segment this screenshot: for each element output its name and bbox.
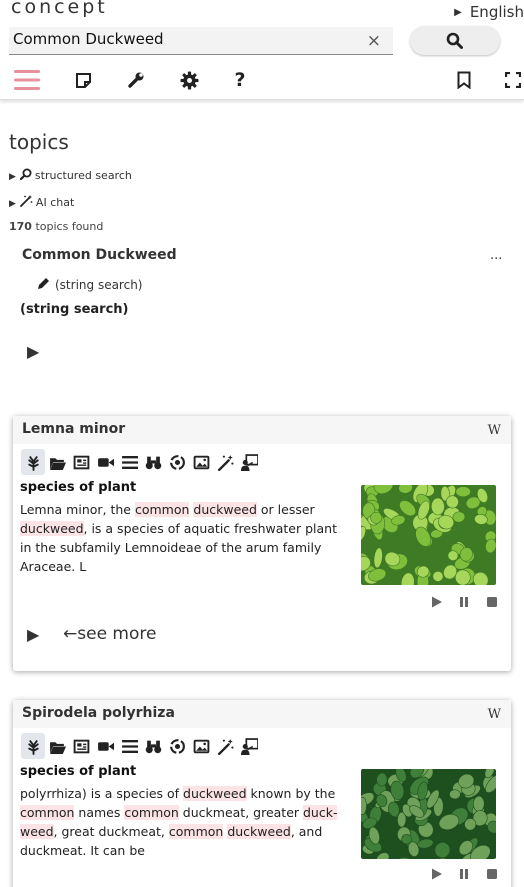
wikipedia-icon[interactable]: W [488, 423, 501, 438]
description-text: or lesser [256, 502, 315, 517]
string-search-label: (string search) [20, 302, 129, 317]
card-icon-bar [21, 733, 261, 759]
description-text: polyrrhiza) is a species of [20, 786, 184, 801]
description-heading: species of plant [20, 764, 137, 779]
stop-icon[interactable] [485, 867, 499, 881]
binoculars-icon[interactable] [141, 449, 165, 475]
search-icon [19, 168, 32, 181]
highlighted-term: common [20, 805, 75, 820]
pencil-icon [38, 278, 49, 289]
pause-icon[interactable] [457, 867, 471, 881]
see-more-label: see more [77, 624, 157, 644]
ai-chat-toggle[interactable]: ▶ AI chat [9, 195, 74, 209]
app-logo[interactable]: concept [11, 0, 108, 18]
structured-search-toggle[interactable]: ▶ structured search [9, 168, 132, 182]
magic-wand-icon [20, 195, 33, 207]
list-icon[interactable] [117, 449, 141, 475]
magic-wand-icon[interactable] [213, 449, 237, 475]
topic-card-lemna-minor: Lemna minor W species of plant Lemna min… [13, 416, 511, 671]
topics-heading: topics [9, 130, 69, 154]
image-icon[interactable] [189, 449, 213, 475]
play-icon[interactable] [429, 595, 443, 609]
highlighted-term: duckweed [193, 502, 257, 517]
video-icon[interactable] [93, 733, 117, 759]
search-button[interactable] [410, 26, 500, 55]
language-selector[interactable]: ▶ English [454, 3, 524, 21]
toolbar: ? [0, 60, 524, 100]
topics-count: 170 [9, 220, 32, 233]
menu-icon[interactable] [13, 66, 41, 94]
highlighted-term: duckweed [183, 786, 247, 801]
description-text: , great duckmeat, [53, 824, 169, 839]
caret-right-icon: ▶ [9, 172, 16, 182]
atom-icon[interactable] [165, 449, 189, 475]
card-thumbnail[interactable] [361, 769, 496, 859]
folder-open-icon[interactable] [45, 449, 69, 475]
media-controls [429, 867, 499, 881]
card-description: Lemna minor, the common duckweed or less… [20, 500, 350, 576]
card-header: Spirodela polyrhiza W [13, 700, 511, 728]
leaf-icon[interactable] [21, 733, 45, 759]
magic-wand-icon[interactable] [213, 733, 237, 759]
stop-icon[interactable] [485, 595, 499, 609]
pause-icon[interactable] [457, 595, 471, 609]
description-text: names [74, 805, 125, 820]
description-text: Lemna minor, the [20, 502, 135, 517]
teacher-icon[interactable] [237, 449, 261, 475]
description-text: duckmeat, greater [178, 805, 303, 820]
sticky-note-icon[interactable] [69, 66, 97, 94]
play-icon[interactable]: ▶ [27, 342, 39, 361]
card-description: polyrrhiza) is a species of duckweed kno… [20, 784, 350, 860]
bookmark-icon[interactable] [450, 66, 478, 94]
gear-icon[interactable] [175, 66, 203, 94]
card-thumbnail[interactable] [361, 485, 496, 585]
highlighted-term: common [134, 502, 190, 517]
search-input-value[interactable]: Common Duckweed [13, 30, 164, 48]
highlighted-term: duckweed [20, 521, 84, 536]
media-controls [429, 595, 499, 609]
card-header: Lemna minor W [13, 416, 511, 444]
edit-query-row[interactable]: (string search) [36, 276, 143, 292]
topic-card-spirodela-polyrhiza: Spirodela polyrhiza W species of plant p… [13, 700, 511, 887]
structured-search-label: structured search [34, 169, 132, 182]
caret-right-icon: ▶ [9, 199, 16, 209]
help-icon[interactable]: ? [226, 66, 254, 94]
list-icon[interactable] [117, 733, 141, 759]
topics-found-count: 170 topics found [9, 220, 103, 233]
description-heading: species of plant [20, 480, 137, 495]
video-icon[interactable] [93, 449, 117, 475]
atom-icon[interactable] [165, 733, 189, 759]
play-icon[interactable]: ▶ [27, 625, 39, 644]
play-icon[interactable] [429, 867, 443, 881]
query-title: Common Duckweed [22, 247, 177, 263]
see-more-link[interactable]: ←see more [63, 624, 156, 644]
highlighted-term: duckweed [227, 824, 291, 839]
topics-found-label: topics found [31, 220, 104, 233]
more-options[interactable]: ... [490, 248, 502, 263]
fullscreen-icon[interactable] [499, 66, 524, 94]
search-icon [446, 32, 463, 49]
description-text: known by the [246, 786, 336, 801]
image-icon[interactable] [189, 733, 213, 759]
language-label: English [469, 3, 524, 21]
search-input[interactable]: Common Duckweed × [9, 27, 393, 55]
caret-right-icon: ▶ [454, 7, 462, 18]
card-title[interactable]: Lemna minor [22, 421, 125, 437]
clear-icon[interactable]: × [367, 31, 381, 51]
card-icon-bar [21, 449, 261, 475]
folder-open-icon[interactable] [45, 733, 69, 759]
wikipedia-icon[interactable]: W [488, 707, 501, 722]
string-search-small: (string search) [55, 278, 143, 292]
newspaper-icon[interactable] [69, 449, 93, 475]
arrow-left-icon: ← [63, 624, 78, 644]
highlighted-term: common [124, 805, 179, 820]
card-title[interactable]: Spirodela polyrhiza [22, 705, 175, 721]
ai-chat-label: AI chat [35, 196, 75, 209]
teacher-icon[interactable] [237, 733, 261, 759]
wrench-icon[interactable] [122, 66, 150, 94]
binoculars-icon[interactable] [141, 733, 165, 759]
newspaper-icon[interactable] [69, 733, 93, 759]
leaf-icon[interactable] [21, 449, 45, 475]
highlighted-term: common [168, 824, 224, 839]
